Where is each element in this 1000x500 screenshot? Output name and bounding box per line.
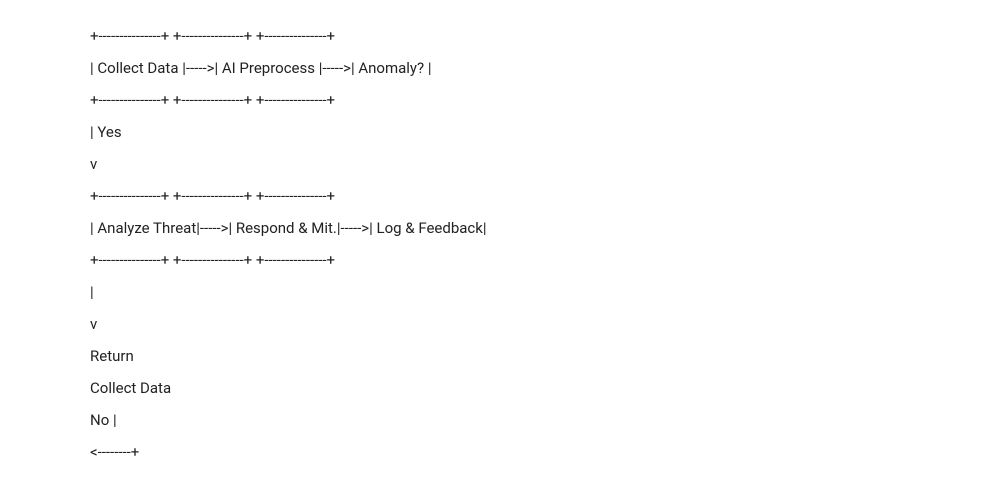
- diagram-line-9: v: [90, 308, 1000, 340]
- diagram-line-7: +---------------+ +---------------+ +---…: [90, 244, 1000, 276]
- diagram-line-1: | Collect Data |----->| AI Preprocess |-…: [90, 52, 1000, 84]
- diagram-line-12: No |: [90, 404, 1000, 436]
- diagram-line-10: Return: [90, 340, 1000, 372]
- diagram-line-11: Collect Data: [90, 372, 1000, 404]
- diagram-line-6: | Analyze Threat|----->| Respond & Mit.|…: [90, 212, 1000, 244]
- diagram-line-13: <--------+: [90, 436, 1000, 468]
- diagram-line-8: |: [90, 276, 1000, 308]
- diagram-line-4: v: [90, 148, 1000, 180]
- diagram-line-2: +---------------+ +---------------+ +---…: [90, 84, 1000, 116]
- diagram-line-5: +---------------+ +---------------+ +---…: [90, 180, 1000, 212]
- diagram-line-0: +---------------+ +---------------+ +---…: [90, 20, 1000, 52]
- diagram-line-3: | Yes: [90, 116, 1000, 148]
